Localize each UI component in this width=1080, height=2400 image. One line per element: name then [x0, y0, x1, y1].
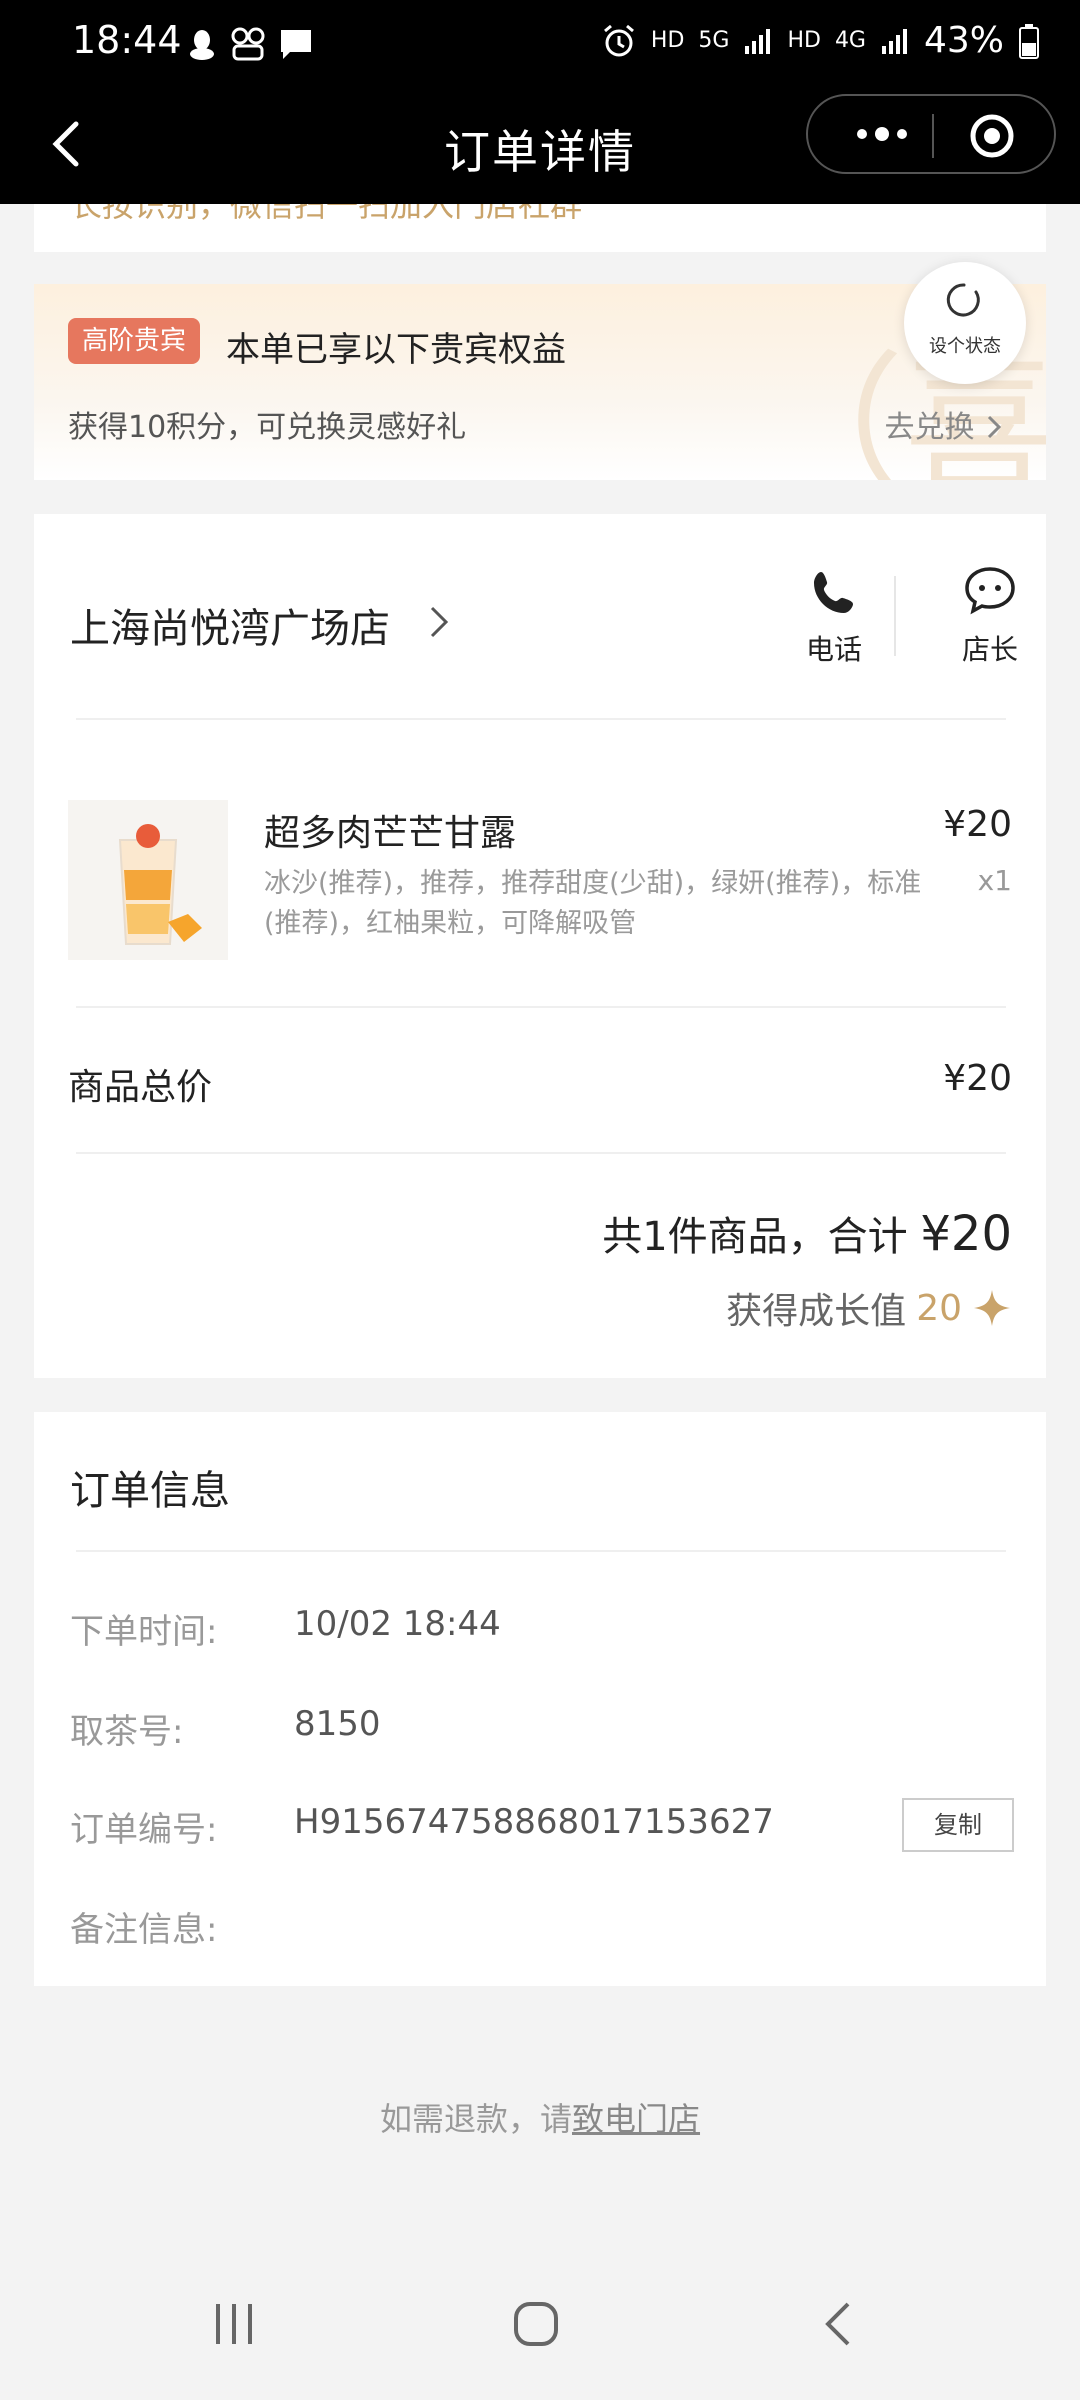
- chevron-right-icon: [987, 415, 1002, 439]
- copy-button[interactable]: 复制: [902, 1798, 1014, 1852]
- growth-points: 获得成长值 20: [726, 1282, 1012, 1334]
- alarm-icon: [603, 24, 634, 56]
- product-price: ¥20: [943, 804, 1012, 845]
- divider: [76, 1006, 1006, 1008]
- battery-percent: 43%: [923, 20, 1004, 61]
- community-banner-card[interactable]: 长按识别，微信扫一扫加入门店社群: [34, 204, 1046, 252]
- set-status-button[interactable]: 设个状态: [904, 262, 1026, 384]
- qq-penguin-icon: [190, 30, 214, 60]
- refund-prefix: 如需退款，请: [379, 2100, 572, 2138]
- app-grid-icon: [231, 27, 265, 61]
- network-5g-label: 5G: [698, 28, 730, 53]
- product-image: [68, 800, 228, 960]
- signal-icon-2: [881, 28, 907, 54]
- refund-note: 如需退款，请致电门店: [0, 2094, 1080, 2140]
- summary-amount: ¥20: [920, 1206, 1012, 1262]
- chat-bubble-icon: [965, 567, 1015, 615]
- redeem-link[interactable]: 去兑换: [884, 402, 1004, 446]
- goods-total-label: 商品总价: [68, 1067, 213, 1108]
- contact-manager-button[interactable]: 店长: [930, 564, 1050, 668]
- status-notification-icons: [186, 26, 314, 62]
- store-name: 上海尚悦湾广场店: [70, 606, 390, 652]
- product-quantity: x1: [977, 864, 1012, 897]
- sparkle-icon: [974, 1290, 1010, 1326]
- chevron-right-icon: [430, 606, 449, 638]
- vip-badge: 高阶贵宾: [68, 318, 201, 364]
- growth-value: 20: [916, 1287, 962, 1329]
- nav-bar: 订单详情: [0, 88, 1080, 204]
- info-value: 10/02 18:44: [294, 1604, 501, 1644]
- growth-label: 获得成长值: [726, 1291, 907, 1332]
- order-info-title: 订单信息: [70, 1468, 230, 1514]
- divider: [76, 1550, 1006, 1552]
- info-value: 8150: [294, 1704, 381, 1744]
- miniapp-capsule: [806, 94, 1056, 174]
- recent-apps-icon[interactable]: [206, 2296, 262, 2352]
- order-card: 上海尚悦湾广场店 电话 店长 超多肉芒芒甘露 冰沙(推荐)，推荐，推荐甜度(少甜…: [34, 514, 1046, 1378]
- info-key: 备注信息:: [70, 1910, 218, 1950]
- vip-title: 本单已享以下贵宾权益: [226, 330, 566, 370]
- divider: [76, 718, 1006, 720]
- call-label: 电话: [805, 633, 862, 666]
- battery-icon: [1019, 23, 1039, 59]
- product-options: 冰沙(推荐)，推荐，推荐甜度(少甜)，绿妍(推荐)，标准(推荐)，红柚果粒，可降…: [264, 868, 922, 939]
- goods-total-value: ¥20: [943, 1058, 1012, 1099]
- info-key: 取茶号:: [70, 1712, 184, 1752]
- status-time: 18:44: [72, 18, 182, 62]
- vip-benefits-card: （喜） 高阶贵宾 本单已享以下贵宾权益 获得10积分，可兑换灵感好礼 去兑换: [34, 284, 1046, 480]
- vip-points-desc: 获得10积分，可兑换灵感好礼: [68, 410, 467, 445]
- redeem-label: 去兑换: [884, 410, 975, 445]
- call-store-link[interactable]: 致电门店: [572, 2100, 700, 2138]
- system-back-icon[interactable]: [812, 2296, 868, 2352]
- status-ring-icon: [946, 283, 980, 317]
- home-icon[interactable]: [508, 2296, 564, 2352]
- message-icon: [281, 30, 311, 59]
- hd-label: HD: [650, 28, 685, 53]
- more-icon[interactable]: [842, 114, 922, 154]
- contact-divider: [894, 576, 896, 656]
- close-miniapp-icon[interactable]: [968, 112, 1016, 160]
- set-status-label: 设个状态: [929, 336, 1001, 357]
- phone-icon: [814, 572, 853, 613]
- signal-icon: [745, 28, 771, 54]
- capsule-divider: [932, 114, 934, 158]
- divider: [76, 1152, 1006, 1154]
- order-summary: 共1件商品，合计 ¥20: [602, 1204, 1012, 1262]
- network-4g-label: 4G: [834, 28, 866, 53]
- hd-label-2: HD: [787, 28, 821, 53]
- status-bar: 18:44 HD 5G HD 4G 43%: [0, 0, 1080, 88]
- system-nav-bar: [0, 2240, 1080, 2400]
- info-key: 下单时间:: [70, 1612, 218, 1652]
- product-name: 超多肉芒芒甘露: [264, 813, 517, 854]
- info-value: H915674758868017153627: [294, 1802, 774, 1842]
- call-store-button[interactable]: 电话: [774, 568, 894, 668]
- order-info-card: 订单信息 下单时间: 10/02 18:44 取茶号: 8150 订单编号: H…: [34, 1412, 1046, 1986]
- manager-label: 店长: [961, 633, 1018, 666]
- info-key: 订单编号:: [70, 1810, 218, 1850]
- community-banner-text: 长按识别，微信扫一扫加入门店社群: [70, 204, 583, 224]
- summary-prefix: 共1件商品，合计: [602, 1214, 921, 1260]
- status-system-icons: HD 5G HD 4G 43%: [601, 20, 1040, 61]
